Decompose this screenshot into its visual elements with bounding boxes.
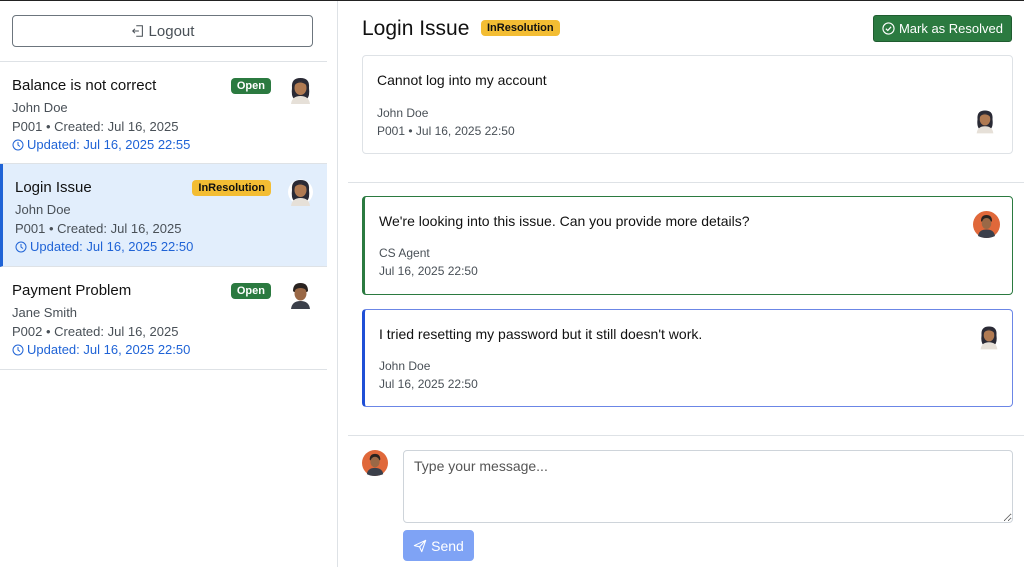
logout-label: Logout bbox=[148, 22, 195, 40]
status-badge: Open bbox=[230, 283, 271, 299]
ticket-customer: John Doe bbox=[12, 100, 68, 115]
send-label: Send bbox=[431, 537, 464, 554]
ticket-updated: Updated: Jul 16, 2025 22:55 bbox=[12, 137, 315, 152]
mark-resolved-label: Mark as Resolved bbox=[898, 21, 1003, 36]
ticket-updated-text: Updated: Jul 16, 2025 22:55 bbox=[27, 137, 191, 152]
ticket-item-balance[interactable]: Balance is not correct John Doe P001 • C… bbox=[0, 61, 327, 164]
message-input[interactable] bbox=[403, 450, 1013, 523]
avatar-agent-icon bbox=[973, 211, 1000, 238]
status-badge: Open bbox=[230, 78, 271, 94]
ticket-item-login[interactable]: Login Issue John Doe P001 • Created: Jul… bbox=[0, 164, 327, 267]
ticket-description: Cannot log into my account bbox=[377, 72, 547, 88]
message-text: We're looking into this issue. Can you p… bbox=[379, 213, 750, 229]
clock-icon bbox=[12, 344, 24, 355]
logout-icon bbox=[131, 25, 143, 37]
message-agent: We're looking into this issue. Can you p… bbox=[362, 196, 1013, 295]
ticket-item-payment[interactable]: Payment Problem Jane Smith P002 • Create… bbox=[0, 267, 327, 370]
logout-button[interactable]: Logout bbox=[12, 15, 313, 47]
ticket-detail-panel: Login Issue InResolution Mark as Resolve… bbox=[338, 1, 1024, 567]
avatar-woman-icon bbox=[288, 179, 313, 206]
send-icon bbox=[413, 539, 427, 552]
divider bbox=[348, 182, 1024, 183]
ticket-meta: P001 • Created: Jul 16, 2025 bbox=[12, 119, 179, 134]
description-author: John Doe bbox=[377, 106, 429, 120]
clock-icon bbox=[15, 241, 27, 252]
avatar-man-icon bbox=[291, 283, 310, 309]
mark-resolved-button[interactable]: Mark as Resolved bbox=[872, 15, 1012, 42]
ticket-meta: P002 • Created: Jul 16, 2025 bbox=[12, 324, 179, 339]
message-text: I tried resetting my password but it sti… bbox=[379, 326, 703, 342]
ticket-updated-text: Updated: Jul 16, 2025 22:50 bbox=[27, 342, 191, 357]
divider bbox=[348, 435, 1024, 436]
description-meta: P001 • Jul 16, 2025 22:50 bbox=[377, 124, 515, 138]
ticket-list: Balance is not correct John Doe P001 • C… bbox=[0, 61, 327, 370]
status-badge: InResolution bbox=[481, 20, 560, 36]
ticket-sidebar: Logout Balance is not correct John Doe P… bbox=[0, 1, 338, 567]
message-customer: I tried resetting my password but it sti… bbox=[362, 309, 1013, 407]
avatar-agent-icon bbox=[362, 450, 388, 476]
message-author: CS Agent bbox=[379, 246, 430, 260]
ticket-updated-text: Updated: Jul 16, 2025 22:50 bbox=[30, 239, 194, 254]
clock-icon bbox=[12, 139, 24, 150]
ticket-customer: Jane Smith bbox=[12, 305, 78, 320]
status-badge: InResolution bbox=[192, 180, 271, 196]
check-circle-icon bbox=[882, 22, 895, 35]
avatar-woman-icon bbox=[291, 78, 310, 104]
ticket-updated: Updated: Jul 16, 2025 22:50 bbox=[12, 342, 315, 357]
ticket-description-card: Cannot log into my account John Doe P001… bbox=[362, 55, 1013, 154]
avatar-woman-icon bbox=[980, 326, 998, 350]
ticket-customer: John Doe bbox=[15, 202, 71, 217]
avatar-woman-icon bbox=[976, 110, 994, 134]
page-title: Login Issue bbox=[362, 17, 470, 40]
send-button[interactable]: Send bbox=[403, 530, 474, 561]
ticket-updated: Updated: Jul 16, 2025 22:50 bbox=[15, 239, 315, 254]
message-time: Jul 16, 2025 22:50 bbox=[379, 377, 478, 391]
message-author: John Doe bbox=[379, 359, 431, 373]
ticket-meta: P001 • Created: Jul 16, 2025 bbox=[15, 221, 182, 236]
message-time: Jul 16, 2025 22:50 bbox=[379, 264, 478, 278]
